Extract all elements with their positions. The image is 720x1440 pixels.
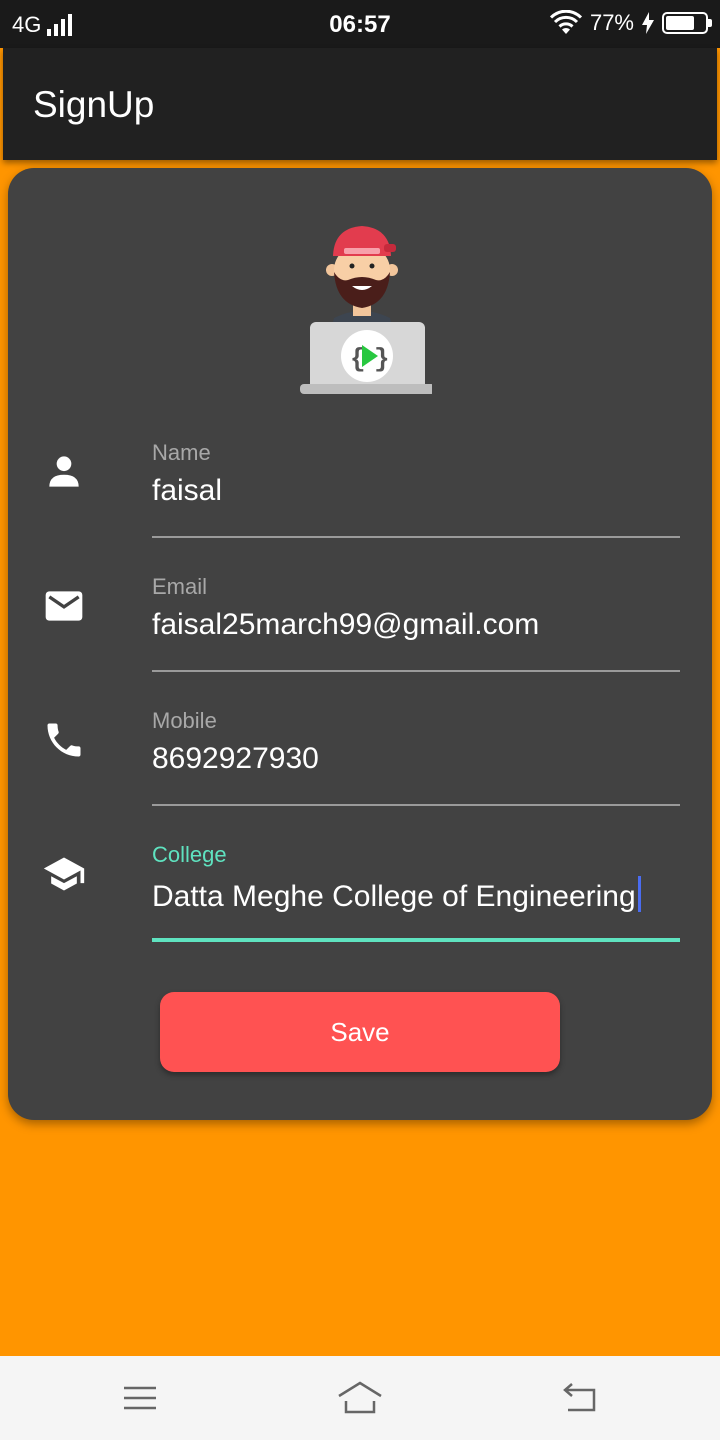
mobile-label: Mobile bbox=[152, 708, 217, 733]
name-field[interactable]: Name faisal bbox=[8, 440, 712, 560]
phone-icon bbox=[47, 723, 81, 757]
college-label: College bbox=[152, 842, 227, 867]
home-icon[interactable] bbox=[336, 1378, 384, 1418]
mobile-field[interactable]: Mobile 8692927930 bbox=[8, 708, 712, 828]
back-icon[interactable] bbox=[560, 1378, 600, 1418]
app-bar: SignUp bbox=[3, 48, 717, 160]
graduation-cap-icon bbox=[43, 857, 85, 891]
signup-card: { } Name faisal Email faisal25march99@gm… bbox=[8, 168, 712, 1120]
college-input-text: Datta Meghe College of Engineering bbox=[152, 880, 636, 913]
battery-percent: 77% bbox=[589, 10, 634, 35]
charging-icon bbox=[642, 12, 654, 34]
college-underline bbox=[152, 938, 680, 942]
email-input[interactable]: faisal25march99@gmail.com bbox=[152, 608, 539, 642]
wifi-icon bbox=[549, 10, 582, 34]
status-bar: 4G 06:57 77% bbox=[0, 0, 720, 48]
email-underline bbox=[152, 670, 680, 672]
developer-avatar-icon: { } bbox=[300, 226, 432, 394]
text-cursor bbox=[637, 876, 641, 912]
page-title: SignUp bbox=[33, 84, 155, 125]
mobile-underline bbox=[152, 804, 680, 806]
email-icon bbox=[45, 591, 83, 621]
college-input[interactable]: Datta Meghe College of Engineering bbox=[152, 876, 641, 914]
svg-text:}: } bbox=[374, 344, 390, 374]
college-field[interactable]: College Datta Meghe College of Engineeri… bbox=[8, 842, 712, 962]
person-icon bbox=[49, 456, 79, 487]
name-label: Name bbox=[152, 440, 211, 465]
menu-icon[interactable] bbox=[120, 1378, 160, 1418]
status-right: 77% bbox=[549, 10, 712, 36]
save-button[interactable]: Save bbox=[160, 992, 560, 1072]
mobile-input[interactable]: 8692927930 bbox=[152, 742, 319, 776]
name-underline bbox=[152, 536, 680, 538]
email-label: Email bbox=[152, 574, 208, 599]
system-nav-bar bbox=[0, 1356, 720, 1440]
name-input[interactable]: faisal bbox=[152, 474, 222, 508]
battery-icon bbox=[662, 12, 712, 34]
email-field[interactable]: Email faisal25march99@gmail.com bbox=[8, 574, 712, 694]
